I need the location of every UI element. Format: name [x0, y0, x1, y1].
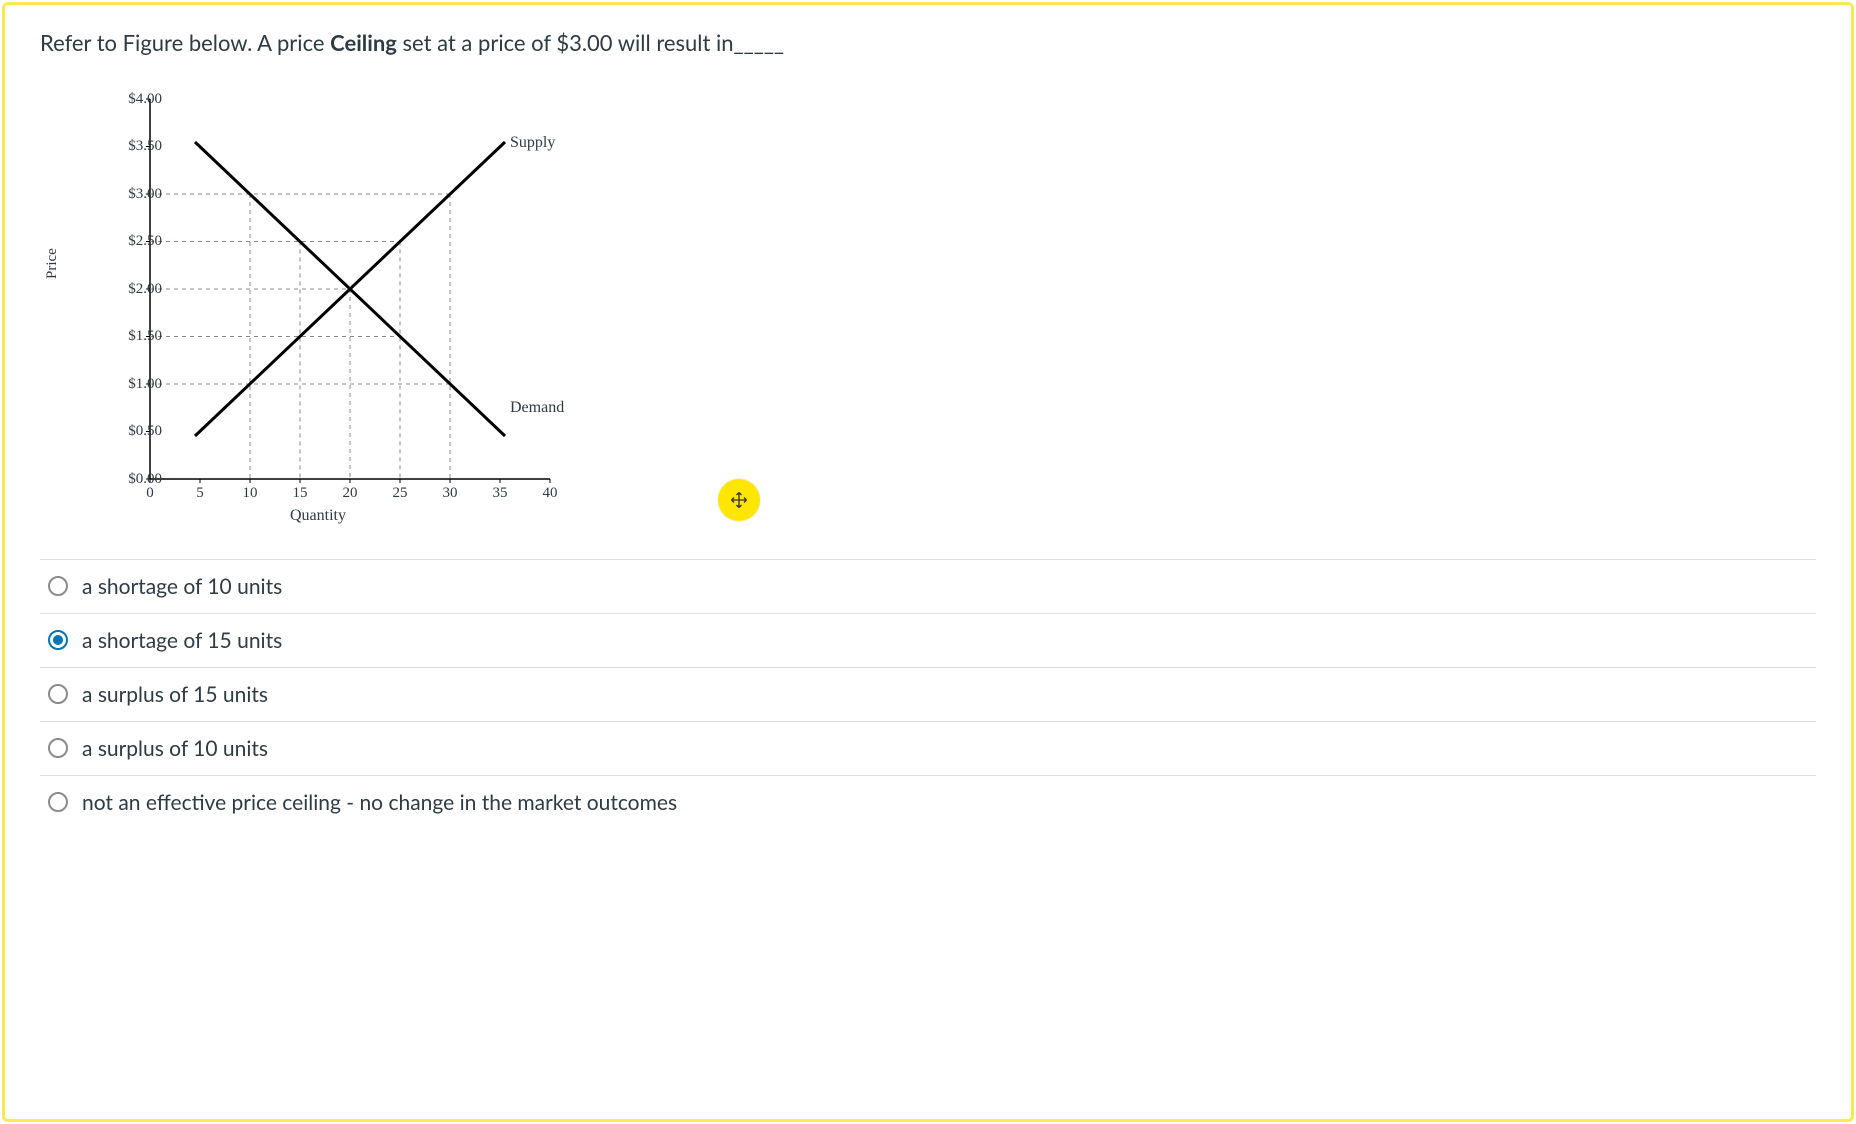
x-tick: 15 [285, 485, 315, 502]
option-row[interactable]: a shortage of 15 units [40, 614, 1816, 668]
option-row[interactable]: not an effective price ceiling - no chan… [40, 776, 1816, 829]
supply-label: Supply [510, 134, 555, 152]
x-tick: 5 [185, 485, 215, 502]
question-bold: Ceiling [330, 29, 397, 56]
demand-label: Demand [510, 399, 564, 417]
radio-icon[interactable] [48, 738, 68, 758]
x-tick: 0 [135, 485, 165, 502]
y-tick: $3.50 [112, 138, 162, 155]
y-tick: $3.00 [112, 186, 162, 203]
y-tick: $2.50 [112, 233, 162, 250]
radio-icon[interactable] [48, 684, 68, 704]
chart-figure: Price [50, 79, 610, 539]
option-label: not an effective price ceiling - no chan… [82, 790, 677, 815]
option-row[interactable]: a surplus of 10 units [40, 722, 1816, 776]
question-container: Refer to Figure below. A price Ceiling s… [0, 0, 1856, 839]
x-tick: 30 [435, 485, 465, 502]
option-row[interactable]: a surplus of 15 units [40, 668, 1816, 722]
x-tick: 40 [535, 485, 565, 502]
answer-options: a shortage of 10 units a shortage of 15 … [40, 559, 1816, 829]
option-label: a shortage of 10 units [82, 574, 282, 599]
question-prefix: Refer to Figure below. A price [40, 29, 330, 56]
option-label: a surplus of 15 units [82, 682, 268, 707]
y-tick: $2.00 [112, 281, 162, 298]
question-suffix: set at a price of $3.00 will result in__… [397, 29, 784, 56]
x-tick: 10 [235, 485, 265, 502]
y-tick: $0.50 [112, 423, 162, 440]
option-label: a shortage of 15 units [82, 628, 282, 653]
question-text: Refer to Figure below. A price Ceiling s… [40, 28, 1816, 59]
radio-icon[interactable] [48, 576, 68, 596]
y-tick: $4.00 [112, 91, 162, 108]
radio-icon[interactable] [48, 792, 68, 812]
radio-icon[interactable] [48, 630, 68, 650]
x-tick: 25 [385, 485, 415, 502]
x-tick: 20 [335, 485, 365, 502]
y-tick: $1.00 [112, 376, 162, 393]
option-row[interactable]: a shortage of 10 units [40, 560, 1816, 614]
x-axis-label: Quantity [290, 507, 346, 525]
y-tick: $1.50 [112, 328, 162, 345]
x-tick: 35 [485, 485, 515, 502]
move-cursor-icon [718, 479, 760, 521]
option-label: a surplus of 10 units [82, 736, 268, 761]
